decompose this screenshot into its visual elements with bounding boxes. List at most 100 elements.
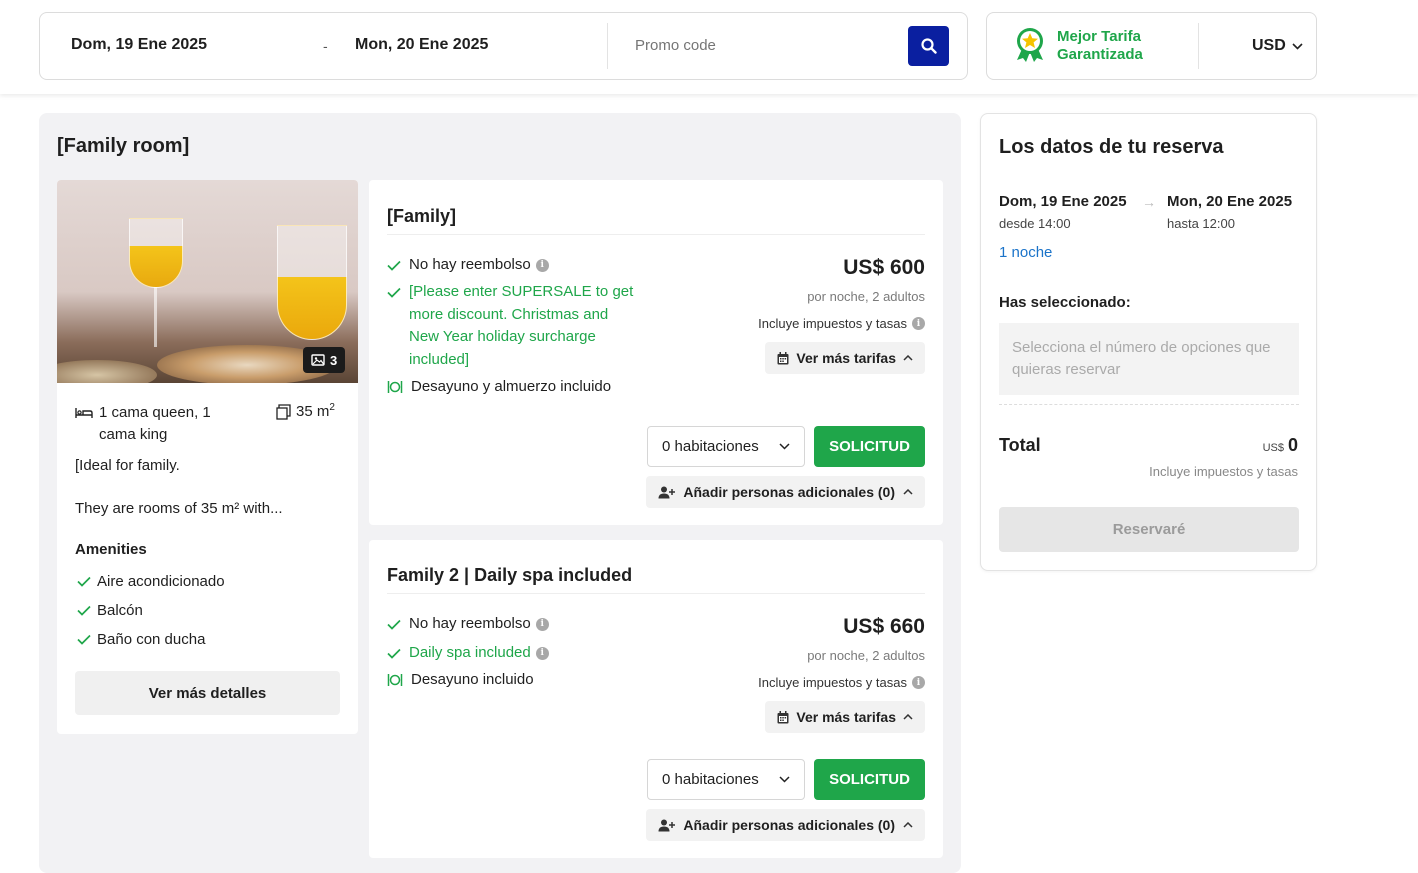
best-rate-box: Mejor Tarifa Garantizada USD [986, 12, 1317, 80]
amenity-item: Balcón [77, 602, 143, 619]
room-size-value: 35 m [296, 403, 330, 420]
currency-selector[interactable]: USD [1252, 37, 1303, 55]
info-icon[interactable]: i [535, 617, 549, 631]
promo-text: [Please enter SUPERSALE to get more disc… [409, 281, 649, 371]
more-rates-label: Ver más tarifas [796, 350, 896, 366]
chevron-up-icon [903, 355, 913, 361]
total-amount: US$ 0 [1263, 435, 1298, 456]
room-size: 35 m2 [275, 402, 335, 420]
promo-line: [Please enter SUPERSALE to get [409, 283, 634, 300]
photo-count: 3 [330, 352, 338, 368]
calendar-icon [777, 710, 789, 723]
promo-line: New Year holiday surcharge [409, 328, 596, 345]
request-button[interactable]: SOLICITUD [814, 759, 925, 800]
food-plate [57, 360, 157, 383]
search-box: Dom, 19 Ene 2025 - Mon, 20 Ene 2025 [39, 12, 968, 80]
summary-checkout: Mon, 20 Ene 2025 [1167, 193, 1293, 210]
image-icon [311, 354, 325, 366]
search-button[interactable] [908, 26, 949, 66]
check-icon [77, 605, 91, 616]
bed-icon [75, 408, 93, 418]
promo-code-input[interactable] [635, 37, 885, 54]
selected-label: Has seleccionado: [999, 294, 1131, 311]
room-info-card: 3 1 cama queen, 1 cama king 35 m2 [Ideal… [57, 180, 358, 734]
checkin-date[interactable]: Dom, 19 Ene 2025 [71, 36, 207, 54]
glass-decor [129, 218, 183, 288]
booking-summary: Los datos de tu reserva Dom, 19 Ene 2025… [980, 113, 1317, 571]
spa-label: Daily spa included [409, 644, 531, 661]
summary-title: Los datos de tu reserva [999, 136, 1224, 158]
room-size-unit-sup: 2 [329, 402, 335, 413]
summary-checkin: Dom, 19 Ene 2025 [999, 193, 1127, 210]
check-icon [387, 619, 401, 630]
calendar-icon [777, 351, 789, 364]
room-description: [Ideal for family. [75, 457, 180, 474]
taxes-label: Incluye impuestos y tasas [758, 316, 907, 331]
add-people-button[interactable]: Añadir personas adicionales (0) [646, 476, 925, 508]
taxes-note: Incluye impuestos y tasas i [758, 316, 925, 331]
check-icon [77, 634, 91, 645]
request-button[interactable]: SOLICITUD [814, 426, 925, 467]
amenity-item: Baño con ducha [77, 631, 205, 648]
total-label: Total [999, 435, 1041, 455]
divider [387, 593, 925, 594]
divider [607, 23, 608, 69]
chevron-up-icon [903, 714, 913, 720]
check-icon [387, 260, 401, 271]
meal-icon [387, 381, 403, 393]
arrow-right-icon: → [1142, 194, 1156, 210]
spa-info: Daily spa included i [387, 642, 549, 665]
total-value: 0 [1287, 435, 1298, 455]
check-icon [77, 576, 91, 587]
divider [1198, 23, 1199, 69]
total-currency: US$ [1262, 442, 1284, 454]
info-icon[interactable]: i [912, 317, 925, 330]
room-card: [Family room] 3 1 cama queen, 1 cama kin… [39, 113, 961, 873]
info-icon[interactable]: i [535, 258, 549, 272]
more-rates-button[interactable]: Ver más tarifas [765, 701, 925, 733]
selected-placeholder: Selecciona el número de opciones que qui… [999, 323, 1299, 395]
rate-title: Family 2 | Daily spa included [387, 565, 633, 585]
info-icon[interactable]: i [535, 646, 549, 660]
chevron-up-icon [903, 489, 913, 495]
room-description-more: They are rooms of 35 m² with... [75, 500, 283, 517]
rooms-quantity-select[interactable]: 0 habitaciones [647, 759, 805, 800]
amenity-label: Balcón [97, 602, 143, 619]
price-per-night: por noche, 2 adultos [807, 289, 925, 304]
amenity-label: Baño con ducha [97, 631, 206, 648]
summary-checkin-time: desde 14:00 [999, 216, 1071, 231]
bed-line-2: cama king [99, 426, 168, 443]
photo-count-badge[interactable]: 3 [303, 347, 346, 373]
add-people-label: Añadir personas adicionales (0) [683, 817, 895, 833]
chevron-down-icon [779, 443, 790, 450]
best-rate-line2: Garantizada [1057, 46, 1143, 63]
refund-policy: No hay reembolso i [387, 613, 549, 636]
room-title: [Family room] [57, 135, 190, 157]
more-details-button[interactable]: Ver más detalles [75, 671, 340, 715]
info-icon[interactable]: i [912, 676, 925, 689]
more-rates-button[interactable]: Ver más tarifas [765, 342, 925, 374]
add-people-button[interactable]: Añadir personas adicionales (0) [646, 809, 925, 841]
top-bar: Dom, 19 Ene 2025 - Mon, 20 Ene 2025 Mejo… [0, 0, 1418, 94]
chevron-up-icon [903, 822, 913, 828]
rate-price: US$ 600 [843, 256, 925, 279]
book-button[interactable]: Reservaré [999, 507, 1299, 552]
summary-nights: 1 noche [999, 244, 1053, 261]
divider [387, 234, 925, 235]
meal-label: Desayuno incluido [411, 671, 534, 688]
meal-plan: Desayuno y almuerzo incluido [387, 376, 611, 399]
checkout-date[interactable]: Mon, 20 Ene 2025 [355, 36, 488, 54]
rate-card: [Family] No hay reembolso i [Please enter… [369, 180, 943, 525]
summary-checkout-time: hasta 12:00 [1167, 216, 1235, 231]
total-taxes-note: Incluye impuestos y tasas [1149, 464, 1298, 479]
meal-icon [387, 674, 403, 686]
promo-info: [Please enter SUPERSALE to get more disc… [387, 281, 649, 371]
add-people-label: Añadir personas adicionales (0) [683, 484, 895, 500]
taxes-label: Incluye impuestos y tasas [758, 675, 907, 690]
room-photo[interactable]: 3 [57, 180, 358, 383]
search-icon [920, 38, 937, 54]
more-rates-label: Ver más tarifas [796, 709, 896, 725]
date-separator: - [323, 38, 328, 54]
promo-line: included] [409, 350, 470, 368]
rooms-quantity-select[interactable]: 0 habitaciones [647, 426, 805, 467]
